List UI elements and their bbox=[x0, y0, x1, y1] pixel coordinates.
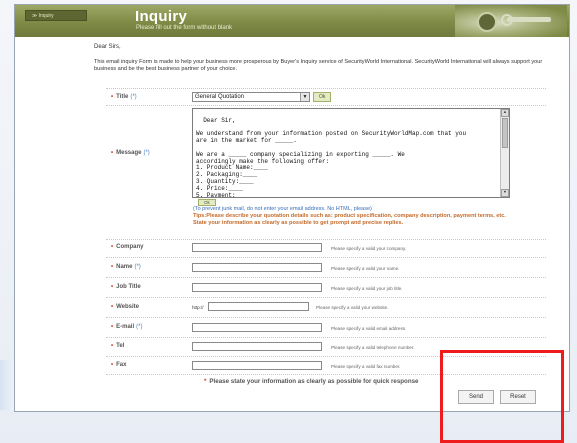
page-subtitle: Please fill out the form without blank bbox=[136, 25, 233, 31]
title-select[interactable]: General Quotation ▼ bbox=[192, 92, 310, 102]
row-divider bbox=[106, 317, 546, 318]
scroll-down-arrow-icon[interactable]: ▼ bbox=[501, 189, 509, 197]
row-divider bbox=[106, 105, 546, 106]
bullet-icon: • bbox=[111, 324, 114, 330]
padlock-icon bbox=[477, 12, 497, 32]
message-textarea[interactable]: Dear Sir, We understand from your inform… bbox=[192, 108, 510, 198]
bullet-icon: • bbox=[111, 304, 114, 310]
tel-label: • Tel bbox=[111, 343, 125, 349]
inquiry-tab[interactable]: ≫ Inquiry bbox=[25, 10, 87, 21]
message-label: • Message (*) bbox=[111, 150, 150, 156]
company-label: • Company bbox=[111, 244, 144, 250]
bullet-icon: • bbox=[111, 362, 114, 368]
website-hint: Please specify a valid your website. bbox=[316, 305, 389, 310]
bullet-icon: • bbox=[111, 343, 114, 349]
dropdown-arrow-icon[interactable]: ▼ bbox=[300, 93, 309, 101]
lock-and-keys-icon bbox=[455, 5, 567, 37]
name-input[interactable] bbox=[192, 263, 322, 272]
job-title-input[interactable] bbox=[192, 283, 322, 292]
message-scrollbar[interactable]: ▲ ▼ bbox=[500, 109, 509, 197]
fax-label: • Fax bbox=[111, 362, 127, 368]
page-title: Inquiry bbox=[135, 8, 188, 25]
tel-input[interactable] bbox=[192, 342, 322, 351]
email-label: • E-mail (*) bbox=[111, 324, 143, 330]
bullet-icon: • bbox=[111, 284, 114, 290]
row-divider bbox=[106, 239, 546, 240]
name-label: • Name (*) bbox=[111, 264, 141, 270]
title-ok-button[interactable]: Ok bbox=[313, 92, 332, 102]
fax-hint: Please specify a valid fax number. bbox=[331, 364, 401, 369]
key-icon bbox=[507, 17, 551, 22]
junk-mail-note: (To prevent junk mail, do not enter your… bbox=[193, 206, 372, 212]
bottom-note: * Please state your information as clearl… bbox=[204, 378, 419, 385]
fax-input[interactable] bbox=[192, 361, 322, 370]
bullet-icon: • bbox=[111, 244, 114, 250]
bullet-icon: • bbox=[111, 150, 114, 156]
tel-hint: Please specify a valid telephone number. bbox=[331, 345, 415, 350]
job-title-label: • Job Title bbox=[111, 284, 141, 290]
message-ok-button[interactable]: Ok bbox=[198, 199, 216, 206]
job-title-hint: Please specify a valid your job title. bbox=[331, 286, 403, 291]
scroll-up-arrow-icon[interactable]: ▲ bbox=[501, 109, 509, 117]
website-input[interactable] bbox=[208, 302, 309, 311]
bullet-icon: • bbox=[111, 264, 114, 270]
title-label: • Title (*) bbox=[111, 94, 137, 100]
row-divider bbox=[106, 297, 546, 298]
scroll-thumb[interactable] bbox=[502, 118, 508, 148]
intro-text: This email inquiry Form is made to help … bbox=[94, 59, 543, 72]
email-hint: Please specify a valid email address. bbox=[331, 326, 407, 331]
header-banner: ≫ Inquiry Inquiry Please fill out the fo… bbox=[15, 5, 569, 37]
company-hint: Please specify a valid your company. bbox=[331, 246, 407, 251]
name-hint: Please specify a valid your name. bbox=[331, 266, 400, 271]
row-divider bbox=[106, 88, 546, 89]
email-input[interactable] bbox=[192, 323, 322, 332]
highlight-annotation-box bbox=[440, 350, 564, 443]
tips-note: Tips:Please describe your quotation deta… bbox=[193, 213, 506, 226]
greeting-text: Dear Sirs, bbox=[94, 44, 121, 50]
row-divider bbox=[106, 337, 546, 338]
bullet-icon: • bbox=[111, 94, 114, 100]
asterisk-icon: * bbox=[204, 378, 207, 385]
row-divider bbox=[106, 257, 546, 258]
decorative-swirl bbox=[0, 360, 14, 410]
website-prefix: http:// bbox=[192, 305, 204, 310]
company-input[interactable] bbox=[192, 243, 322, 252]
row-divider bbox=[106, 277, 546, 278]
website-label: • Website bbox=[111, 304, 140, 310]
